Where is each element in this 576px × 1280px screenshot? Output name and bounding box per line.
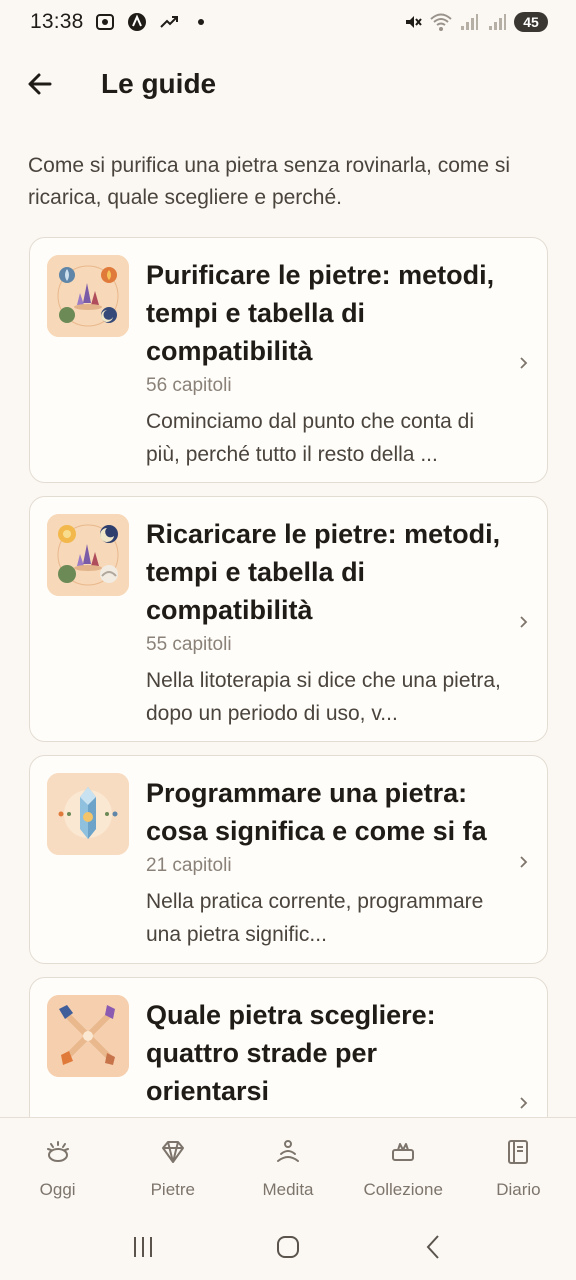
trending-icon — [158, 11, 180, 33]
guide-chapter-count: 56 capitoli — [146, 375, 232, 396]
chevron-right-icon — [517, 852, 531, 872]
signal-icon — [458, 11, 480, 33]
guide-chapter-count: 21 capitoli — [146, 855, 232, 876]
page-title: Le guide — [101, 68, 217, 99]
nav-label: Pietre — [150, 1180, 196, 1199]
app-a-icon — [126, 11, 148, 33]
recent-apps-button[interactable] — [123, 1227, 163, 1267]
bottom-navigation: Oggi Pietre Medita Collezione Diario — [0, 1117, 576, 1213]
nav-item-diario[interactable]: Diario — [461, 1118, 576, 1213]
chevron-left-icon — [426, 1234, 440, 1259]
nav-label: Diario — [496, 1180, 541, 1199]
nav-item-collezione[interactable]: Collezione — [346, 1118, 461, 1213]
signal-icon — [486, 11, 508, 33]
intro-text: Come si purifica una pietra senza rovina… — [28, 154, 511, 209]
guide-title: Programmare una pietra: cosa significa e… — [146, 778, 487, 846]
recent-apps-icon — [133, 1236, 152, 1257]
guide-title: Quale pietra scegliere: quattro strade p… — [146, 1000, 436, 1106]
sunrise-icon — [44, 1138, 72, 1166]
guide-card-purificare[interactable]: Purificare le pietre: metodi, tempi e ta… — [29, 237, 548, 483]
guide-card-programmare[interactable]: Programmare una pietra: cosa significa e… — [29, 755, 548, 964]
back-button[interactable] — [22, 66, 58, 102]
guide-description: Cominciamo dal punto che conta di più, p… — [146, 410, 475, 466]
guide-description: Nella litoterapia si dice che una pietra… — [146, 669, 501, 725]
dot-icon — [190, 11, 212, 33]
nav-label: Collezione — [363, 1180, 443, 1199]
battery-indicator: 45 — [514, 12, 548, 32]
chevron-right-icon — [517, 353, 531, 373]
collection-icon — [389, 1138, 417, 1166]
guide-title: Purificare le pietre: metodi, tempi e ta… — [146, 260, 495, 366]
nav-label: Medita — [262, 1180, 314, 1199]
journal-icon — [504, 1138, 532, 1166]
home-icon — [276, 1235, 299, 1258]
guide-card-ricaricare[interactable]: Ricaricare le pietre: metodi, tempi e ta… — [29, 496, 548, 742]
guide-description: Nella pratica corrente, programmare una … — [146, 890, 484, 946]
status-bar: 13:38 45 — [0, 0, 576, 44]
arrow-left-icon — [28, 73, 52, 95]
app-bar: Le guide — [0, 56, 576, 112]
chevron-right-icon — [517, 1093, 531, 1113]
chevron-right-icon — [517, 612, 531, 632]
nav-label: Oggi — [39, 1180, 76, 1199]
guide-thumbnail — [47, 255, 129, 337]
guide-list[interactable]: Purificare le pietre: metodi, tempi e ta… — [29, 237, 548, 1117]
guide-card-scegliere[interactable]: Quale pietra scegliere: quattro strade p… — [29, 977, 548, 1117]
status-time: 13:38 — [30, 10, 84, 33]
back-system-button[interactable] — [413, 1227, 453, 1267]
nav-item-medita[interactable]: Medita — [230, 1118, 345, 1213]
meditation-icon — [274, 1138, 302, 1166]
guide-title: Ricaricare le pietre: metodi, tempi e ta… — [146, 519, 501, 625]
screenshot-icon — [94, 11, 116, 33]
system-navigation — [0, 1213, 576, 1280]
nav-item-pietre[interactable]: Pietre — [115, 1118, 230, 1213]
guide-thumbnail — [47, 773, 129, 855]
wifi-icon — [430, 11, 452, 33]
home-button[interactable] — [268, 1227, 308, 1267]
guide-chapter-count: 55 capitoli — [146, 634, 232, 655]
guide-thumbnail — [47, 995, 129, 1077]
gem-icon — [159, 1138, 187, 1166]
nav-item-oggi[interactable]: Oggi — [0, 1118, 115, 1213]
mute-icon — [402, 11, 424, 33]
guide-thumbnail — [47, 514, 129, 596]
